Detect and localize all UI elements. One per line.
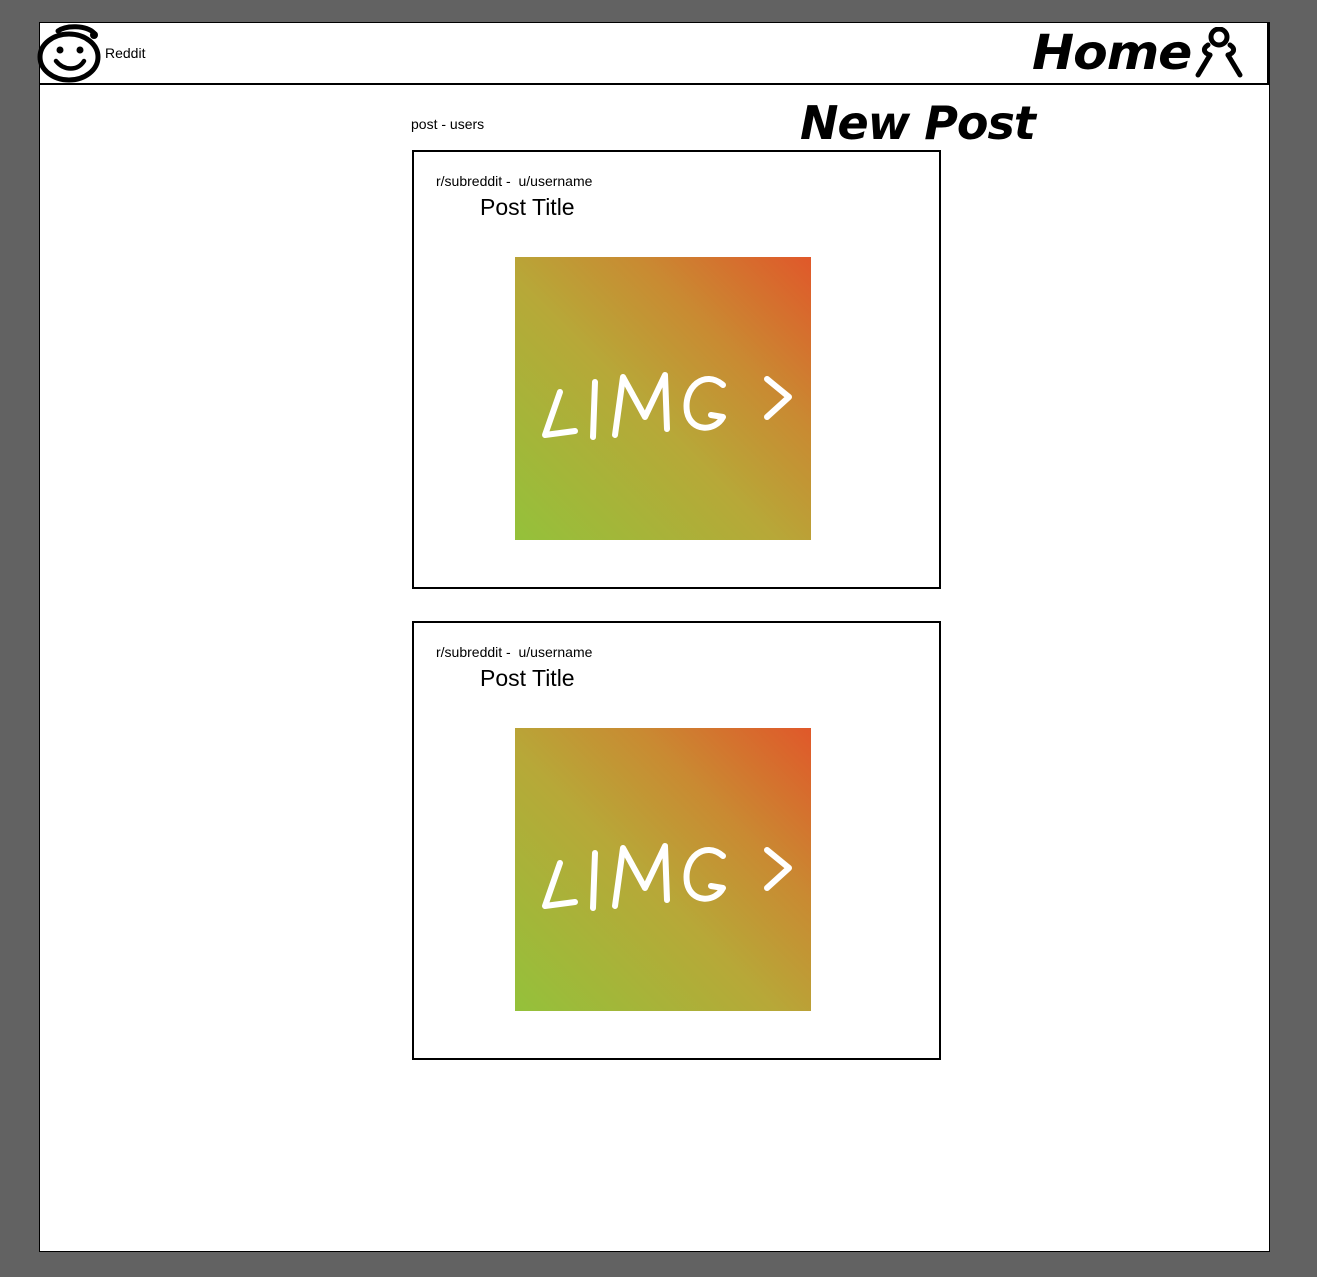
- post-image[interactable]: [515, 728, 811, 1011]
- feed-label: post - users: [411, 116, 485, 132]
- post-card[interactable]: r/subreddit - u/username Post Title: [412, 150, 941, 589]
- artboard: Reddit Home post - users New Post r/subr…: [37, 22, 1270, 1252]
- new-post-button[interactable]: New Post: [800, 93, 1036, 153]
- post-title[interactable]: Post Title: [480, 194, 575, 221]
- smiley-logo-icon[interactable]: [36, 23, 104, 85]
- header-bar: Reddit Home: [37, 23, 1269, 85]
- image-placeholder-label: [542, 372, 792, 440]
- post-meta[interactable]: r/subreddit - u/username: [436, 644, 592, 660]
- brand-name[interactable]: Reddit: [105, 45, 145, 61]
- post-title[interactable]: Post Title: [480, 665, 575, 692]
- post-card[interactable]: r/subreddit - u/username Post Title: [412, 621, 941, 1060]
- post-image[interactable]: [515, 257, 811, 540]
- home-link[interactable]: Home: [1032, 25, 1192, 85]
- user-icon[interactable]: [1192, 27, 1246, 81]
- home-label: Home: [1032, 25, 1192, 81]
- post-meta[interactable]: r/subreddit - u/username: [436, 173, 592, 189]
- image-placeholder-label: [542, 843, 792, 911]
